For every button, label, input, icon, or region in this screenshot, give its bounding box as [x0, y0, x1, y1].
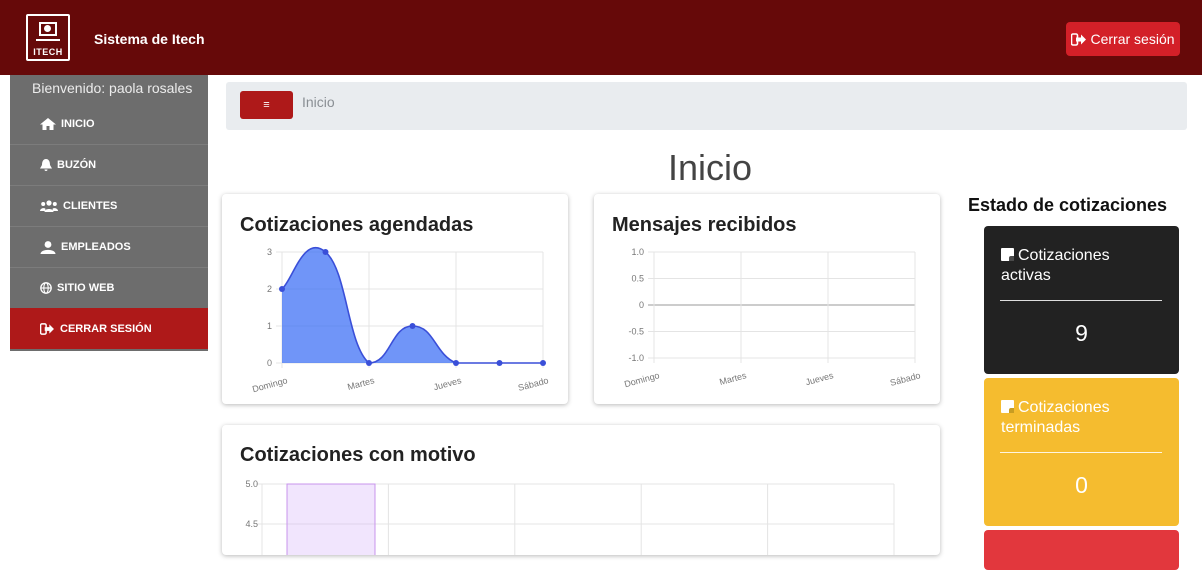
hamburger-icon: ≡ — [263, 99, 270, 111]
sidebar-item-label: INICIO — [61, 117, 95, 130]
data-point — [496, 360, 503, 366]
line-chart: 1.0 0.5 0 -0.5 -1.0 Domingo Martes Jueves Sábado — [623, 247, 922, 389]
home-icon — [40, 117, 56, 130]
sidebar-item-label: SITIO WEB — [57, 282, 115, 294]
stat-card-terminadas[interactable]: Cotizaciones terminadas 0 — [984, 378, 1179, 526]
divider — [1000, 300, 1162, 301]
x-tick-label: Sábado — [889, 370, 922, 388]
y-tick-label: -1.0 — [628, 353, 644, 363]
sidebar-item-cerrar-sesion[interactable]: CERRAR SESIÓN — [10, 308, 208, 349]
x-tick-label: Jueves — [432, 375, 463, 392]
bar — [286, 483, 376, 555]
estado-title: Estado de cotizaciones — [968, 195, 1168, 215]
x-tick-label: Domingo — [251, 375, 288, 394]
y-tick-label: 0 — [267, 358, 272, 368]
y-tick-label: 4.5 — [245, 519, 258, 529]
logout-button[interactable]: Cerrar sesión — [1066, 22, 1180, 56]
y-tick-label: 1 — [267, 321, 272, 331]
page-title: Inicio — [667, 147, 753, 188]
breadcrumb-current: Inicio — [302, 94, 335, 110]
stat-value: 0 — [1075, 472, 1088, 498]
stat-label: Cotizaciones terminadas — [1001, 399, 1110, 436]
note-icon — [1001, 400, 1014, 413]
stat-label-row: Cotizaciones activas — [1001, 246, 1161, 286]
logo-base — [36, 39, 60, 41]
y-tick-label: 3 — [267, 247, 272, 257]
y-tick-label: -0.5 — [628, 327, 644, 337]
sidebar-item-sitio-web[interactable]: SITIO WEB — [10, 267, 208, 308]
sidebar-item-label: CLIENTES — [63, 200, 118, 212]
stat-card-red[interactable] — [984, 530, 1179, 570]
stat-label: Cotizaciones activas — [1001, 247, 1110, 284]
sidebar-item-clientes[interactable]: CLIENTES — [10, 185, 208, 226]
menu-toggle-button[interactable]: ≡ — [240, 91, 293, 119]
chart-card-cotizaciones-con-motivo: Cotizaciones con motivo 5.04.54.0 — [222, 425, 940, 555]
sidebar-item-empleados[interactable]: EMPLEADOS — [10, 226, 208, 267]
x-tick-label: Sábado — [517, 375, 550, 393]
x-tick-label: Jueves — [804, 370, 835, 387]
logo-text: ITECH — [33, 47, 63, 57]
bell-icon — [40, 158, 52, 171]
globe-icon — [40, 282, 52, 294]
sidebar-item-buzon[interactable]: BUZÓN — [10, 144, 208, 185]
gear-icon — [44, 25, 51, 32]
top-header: ITECH Sistema de Itech Cerrar sesión — [0, 0, 1202, 75]
sidebar-item-label: CERRAR SESIÓN — [60, 322, 152, 335]
chart-card-mensajes-recibidos: Mensajes recibidos 1.0 0.5 0 -0.5 -1.0 Doming… — [594, 194, 940, 404]
sidebar-item-label: BUZÓN — [57, 159, 97, 171]
data-point — [322, 249, 329, 255]
y-tick-label: 1.0 — [631, 247, 644, 257]
data-point — [409, 323, 416, 329]
sidebar: Bienvenido: paola rosales INICIO BUZÓN C… — [10, 75, 208, 351]
user-icon — [40, 240, 56, 254]
stat-card-activas[interactable]: Cotizaciones activas 9 — [984, 226, 1179, 374]
y-tick-label: 5.0 — [245, 479, 258, 489]
stat-value: 9 — [1075, 320, 1088, 346]
sign-out-icon — [40, 322, 54, 335]
divider — [1000, 452, 1162, 453]
users-icon — [40, 200, 58, 212]
sidebar-item-label: EMPLEADOS — [61, 241, 131, 253]
data-point — [540, 360, 546, 366]
y-tick-label: 0.5 — [631, 274, 644, 284]
y-tick-label: 0 — [639, 300, 644, 310]
data-point — [366, 360, 372, 366]
area-chart: 3 2 1 0 Domingo Martes Jueves Sábado — [251, 247, 550, 394]
area-fill — [282, 247, 543, 363]
y-tick-label: 2 — [267, 284, 272, 294]
x-tick-label: Martes — [346, 375, 376, 392]
sign-out-icon — [1071, 32, 1087, 46]
breadcrumb: ≡ Inicio — [226, 82, 1187, 130]
app-title[interactable]: Sistema de Itech — [94, 31, 205, 47]
welcome-text: Bienvenido: paola rosales — [32, 80, 193, 96]
bar-chart: 5.04.54.0 — [245, 479, 895, 555]
itech-logo[interactable]: ITECH — [26, 14, 70, 61]
note-icon — [1001, 248, 1014, 261]
chart-card-cotizaciones-agendadas: Cotizaciones agendadas 3 2 1 0 Domingo Martes… — [222, 194, 568, 404]
x-tick-label: Martes — [718, 370, 748, 387]
stat-label-row: Cotizaciones terminadas — [1001, 398, 1161, 438]
data-point — [279, 286, 285, 292]
x-tick-label: Domingo — [623, 370, 660, 389]
logout-label: Cerrar sesión — [1090, 31, 1175, 47]
data-point — [453, 360, 459, 366]
sidebar-item-inicio[interactable]: INICIO — [10, 103, 208, 144]
